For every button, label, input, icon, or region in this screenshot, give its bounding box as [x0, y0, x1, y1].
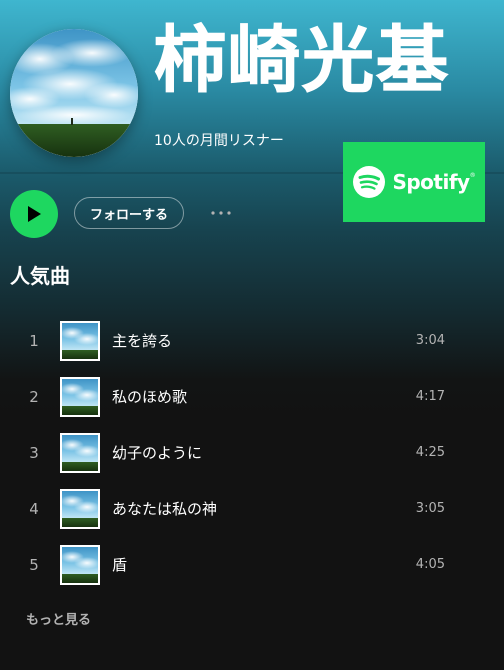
track-artwork	[60, 433, 100, 473]
follow-button[interactable]: フォローする	[74, 197, 185, 229]
artist-name: 柿崎光基	[153, 18, 451, 103]
track-artwork	[60, 377, 100, 417]
sky-field-artwork	[62, 323, 98, 359]
track-number: 5	[29, 556, 39, 574]
spotify-wordmark: Spotify	[392, 170, 470, 194]
ellipsis-icon	[211, 211, 231, 215]
track-title[interactable]: 盾	[112, 537, 127, 593]
spotify-logo[interactable]: Spotify ®	[343, 142, 485, 222]
track-title[interactable]: 主を誇る	[112, 313, 172, 369]
track-row[interactable]: 3 幼子のように 4:25	[10, 425, 480, 481]
spotify-icon	[353, 166, 386, 198]
track-duration: 3:04	[415, 333, 445, 348]
track-artwork	[60, 545, 100, 585]
track-title[interactable]: 幼子のように	[112, 425, 202, 481]
track-duration: 4:17	[415, 389, 445, 404]
track-row[interactable]: 1 主を誇る 3:04	[10, 313, 480, 369]
track-duration: 4:05	[415, 557, 445, 572]
sky-field-artwork	[10, 29, 138, 157]
monthly-listeners: 10人の月間リスナー	[154, 133, 284, 149]
track-title[interactable]: 私のほめ歌	[112, 369, 187, 425]
track-duration: 4:25	[415, 445, 445, 460]
artist-page: 柿崎光基 10人の月間リスナー Spotify ® フォローする 人気曲 1 主…	[0, 0, 504, 670]
sky-field-artwork	[62, 547, 98, 583]
track-number: 3	[29, 444, 39, 462]
track-duration: 3:05	[415, 501, 445, 516]
track-row[interactable]: 5 盾 4:05	[10, 537, 480, 593]
sky-field-artwork	[62, 379, 98, 415]
play-button[interactable]	[10, 190, 58, 238]
more-options-button[interactable]	[206, 201, 236, 225]
track-row[interactable]: 2 私のほめ歌 4:17	[10, 369, 480, 425]
sky-field-artwork	[62, 435, 98, 471]
see-more-link[interactable]: もっと見る	[26, 611, 91, 631]
track-number: 2	[29, 388, 39, 406]
track-list: 1 主を誇る 3:04 2 私のほめ歌 4:17 3 幼子のように 4:25 4…	[10, 313, 480, 593]
track-artwork	[60, 321, 100, 361]
track-row[interactable]: 4 あなたは私の神 3:05	[10, 481, 480, 537]
play-icon	[28, 206, 41, 222]
track-number: 1	[29, 332, 39, 350]
popular-heading: 人気曲	[10, 264, 70, 288]
artist-avatar	[10, 29, 138, 157]
sky-field-artwork	[62, 491, 98, 527]
trademark-symbol: ®	[469, 172, 476, 179]
track-artwork	[60, 489, 100, 529]
track-number: 4	[29, 500, 39, 518]
track-title[interactable]: あなたは私の神	[112, 481, 217, 537]
